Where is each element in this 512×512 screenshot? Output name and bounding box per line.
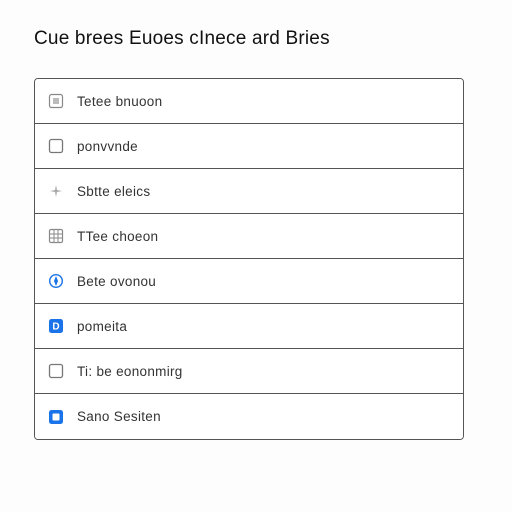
- sparkle-icon: [47, 182, 65, 200]
- list-item-label: ponvvnde: [77, 139, 138, 154]
- list-item[interactable]: Sbtte eleics: [35, 169, 463, 214]
- list-item-label: Sano Sesiten: [77, 409, 161, 424]
- option-list: Tetee bnuoon ponvvnde Sbtte eleics: [34, 78, 464, 440]
- list-item-label: Ti: be eononmirg: [77, 364, 183, 379]
- list-item[interactable]: TTee choeon: [35, 214, 463, 259]
- compass-icon: [47, 272, 65, 290]
- square-dotted-icon: [47, 92, 65, 110]
- list-item[interactable]: Tetee bnuoon: [35, 79, 463, 124]
- svg-text:D: D: [52, 322, 59, 333]
- list-item[interactable]: D pomeita: [35, 304, 463, 349]
- list-item-label: pomeita: [77, 319, 127, 334]
- list-item-label: TTee choeon: [77, 229, 158, 244]
- square-blue-icon: [47, 408, 65, 426]
- list-item-label: Tetee bnuoon: [77, 94, 162, 109]
- square-d-icon: D: [47, 317, 65, 335]
- list-item[interactable]: Sano Sesiten: [35, 394, 463, 439]
- square-outline-icon: [47, 137, 65, 155]
- grid-icon: [47, 227, 65, 245]
- list-item[interactable]: Ti: be eononmirg: [35, 349, 463, 394]
- square-outline-icon: [47, 362, 65, 380]
- list-item[interactable]: ponvvnde: [35, 124, 463, 169]
- list-item-label: Bete ovonou: [77, 274, 156, 289]
- list-item[interactable]: Bete ovonou: [35, 259, 463, 304]
- list-item-label: Sbtte eleics: [77, 184, 150, 199]
- page-title: Cue brees Euoes cInece ard Bries: [34, 28, 490, 50]
